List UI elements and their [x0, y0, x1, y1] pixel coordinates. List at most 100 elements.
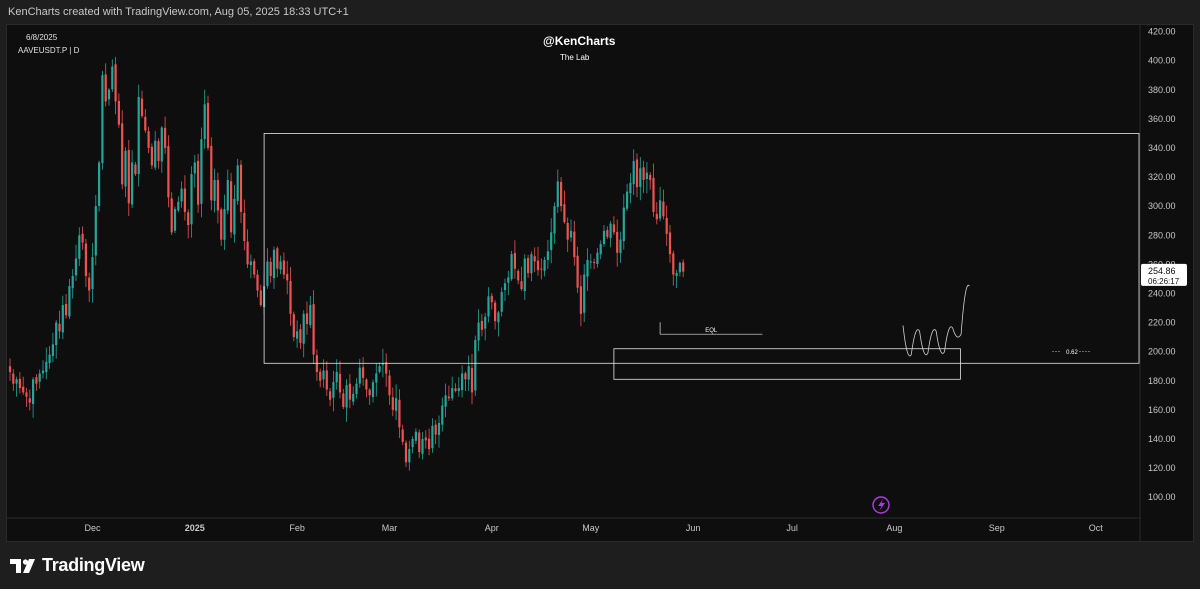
candle-body [289, 280, 292, 314]
candle-body [421, 438, 424, 454]
candle-body [81, 233, 84, 243]
candle-body [371, 382, 375, 398]
candle-body [335, 372, 338, 383]
candle-body [408, 449, 411, 463]
candle-body [206, 102, 210, 148]
candle-body [655, 213, 658, 220]
candle-body [391, 397, 394, 410]
candle-body [154, 140, 157, 168]
candle-body [74, 258, 78, 276]
candle-body [101, 75, 104, 164]
candle-body [609, 223, 612, 239]
candle-body [134, 164, 137, 175]
candle-body [490, 295, 493, 303]
candle-body [470, 368, 474, 393]
candle-body [566, 222, 569, 240]
symbol-label[interactable]: AAVEUSDT.P | D [18, 46, 79, 55]
candle-body [668, 232, 672, 255]
time-axis[interactable]: Dec 2025 Feb Mar Apr May Jun Jul Aug Sep Oct [6, 517, 1140, 533]
candle-body [365, 379, 368, 390]
candle-body [230, 181, 233, 233]
candle-body [457, 388, 460, 392]
candle-body [279, 261, 282, 270]
candle-body [368, 389, 371, 396]
candle-body [418, 432, 421, 453]
candle-body [8, 366, 12, 373]
y-tick-label: 300.00 [1148, 201, 1176, 211]
candle-body [127, 149, 130, 204]
candle-body [362, 367, 365, 378]
candle-body [164, 127, 167, 148]
candle-body [58, 323, 61, 332]
candle-body [88, 277, 91, 291]
candle-body [596, 252, 599, 264]
x-tick-label: Oct [1089, 523, 1104, 533]
candle-body [38, 373, 41, 382]
candle-body [325, 370, 328, 390]
candle-body [593, 261, 596, 263]
candle-body [25, 392, 28, 397]
candle-body [41, 370, 45, 374]
y-tick-label: 280.00 [1148, 230, 1176, 240]
candle-body [312, 304, 315, 355]
candle-body [55, 322, 58, 346]
candle-body [150, 146, 153, 166]
y-tick-label: 320.00 [1148, 172, 1176, 182]
candle-body [517, 270, 520, 281]
candle-body [464, 373, 467, 380]
candle-body [484, 316, 487, 329]
candle-body [444, 395, 447, 407]
x-tick-label: Jun [686, 523, 701, 533]
candle-body [160, 127, 163, 162]
projection-path [902, 284, 970, 357]
last-price-value: 254.86 [1148, 266, 1176, 276]
tradingview-logo-icon [10, 558, 35, 573]
candle-body [513, 253, 516, 269]
candle-body [385, 362, 388, 374]
bar-countdown: 06:26:17 [1148, 277, 1180, 286]
candle-body [71, 275, 74, 289]
candle-body [345, 385, 348, 408]
candle-body [576, 255, 579, 288]
zone-upper-range[interactable] [263, 132, 1140, 364]
author-handle: @KenCharts [543, 34, 616, 48]
candle-body [84, 243, 87, 276]
candle-body [556, 181, 559, 208]
candle-body [322, 370, 325, 380]
candle-body [48, 354, 51, 364]
candle-body [65, 303, 68, 316]
x-tick-label: Dec [84, 523, 101, 533]
y-tick-label: 340.00 [1148, 143, 1176, 153]
candle-body [589, 261, 592, 263]
candle-body [332, 382, 335, 398]
y-tick-label: 180.00 [1148, 376, 1176, 386]
candle-body [183, 188, 186, 212]
alert-icon[interactable] [872, 496, 890, 514]
tradingview-logo[interactable]: TradingView [10, 555, 145, 576]
candle-body [98, 162, 101, 206]
candle-body [144, 116, 147, 131]
candle-body [22, 386, 25, 393]
candle-body [563, 204, 566, 223]
candle-body [193, 162, 196, 174]
last-price-label: 254.8606:26:17 [1141, 263, 1187, 286]
candle-body [107, 89, 111, 100]
candle-body [239, 164, 243, 212]
candle-body [348, 383, 351, 400]
candle-body [121, 123, 124, 185]
x-tick-label: Aug [886, 523, 902, 533]
candle-body [635, 159, 639, 188]
candle-body [375, 373, 378, 383]
candle-body [414, 431, 417, 441]
y-tick-label: 360.00 [1148, 114, 1176, 124]
candlestick-chart[interactable]: 420.00 400.00 380.00 360.00 340.00 320.00 300.… [0, 0, 1200, 589]
candle-body [678, 262, 681, 273]
fib-label: 0.62 [1066, 350, 1078, 356]
drawings-group: EQL 0.62 [263, 132, 1140, 380]
candle-body [111, 66, 114, 90]
candle-body [536, 260, 540, 271]
zone-demand-zone[interactable] [613, 348, 961, 380]
candle-body [352, 393, 355, 402]
candle-body [32, 379, 35, 404]
candle-body [253, 261, 256, 275]
